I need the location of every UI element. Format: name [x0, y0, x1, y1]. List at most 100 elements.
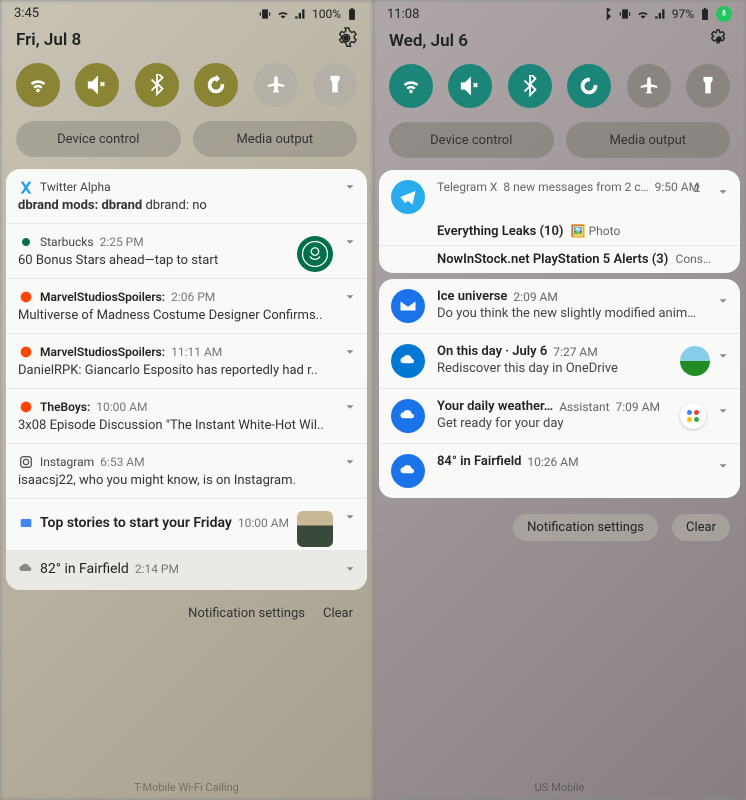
chevron-down-icon[interactable]: [343, 454, 357, 473]
chevron-down-icon[interactable]: [716, 293, 730, 312]
carrier-label: T-Mobile Wi-Fi Calling: [0, 781, 373, 794]
reddit-icon: [18, 399, 34, 415]
app-name: Your daily weather…: [437, 399, 553, 414]
notification-body: Do you think the new slightly modified a…: [437, 306, 728, 321]
media-output-button[interactable]: Media output: [566, 122, 731, 158]
google-assistant-icon: [680, 403, 706, 429]
battery-percent: 100%: [312, 7, 341, 21]
device-control-button[interactable]: Device control: [16, 121, 181, 157]
notification-item[interactable]: Instagram6:53 AM isaacsj22, who you migh…: [6, 444, 367, 499]
notification-item[interactable]: Ice universe2:09 AM Do you think the new…: [379, 279, 740, 334]
chevron-down-icon[interactable]: [716, 184, 730, 203]
chevron-down-icon[interactable]: [716, 458, 730, 477]
chevron-down-icon[interactable]: [343, 399, 357, 418]
qs-flashlight[interactable]: [686, 64, 730, 108]
rotate-icon: [578, 75, 600, 97]
starbucks-thumbnail: [297, 236, 333, 272]
notification-item[interactable]: Top stories to start your Friday10:00 AM: [6, 499, 367, 551]
photo-thumbnail: [680, 346, 710, 376]
date-label: Fri, Jul 8: [16, 30, 81, 50]
battery-icon: [698, 7, 712, 21]
signal-icon: [654, 7, 668, 21]
chevron-down-icon[interactable]: [343, 179, 357, 198]
time: 7:09 AM: [616, 400, 660, 414]
qs-wifi[interactable]: [389, 64, 433, 108]
notification-settings-button[interactable]: Notification settings: [513, 514, 658, 541]
app-name: MarvelStudiosSpoilers:: [40, 345, 165, 359]
notification-body: 3x08 Episode Discussion "The Instant Whi…: [18, 418, 355, 433]
notification-item[interactable]: Starbucks2:25 PM 60 Bonus Stars ahead—ta…: [6, 224, 367, 279]
chevron-down-icon[interactable]: [343, 509, 357, 528]
notification-item[interactable]: 84° in Fairfield10:26 AM: [379, 444, 740, 498]
notification-item[interactable]: MarvelStudiosSpoilers:11:11 AM DanielRPK…: [6, 334, 367, 389]
chevron-down-icon[interactable]: [343, 561, 357, 580]
wifi-icon: [636, 7, 650, 21]
app-name: TheBoys:: [40, 400, 90, 414]
bluetooth-icon: [146, 74, 168, 96]
chevron-down-icon[interactable]: [343, 344, 357, 363]
time: 10:26 AM: [527, 455, 578, 469]
status-icons: 100%: [258, 7, 359, 21]
clear-button[interactable]: Clear: [323, 606, 353, 621]
time: 7:27 AM: [553, 345, 597, 359]
time: 10:00 AM: [238, 516, 289, 530]
media-output-button[interactable]: Media output: [193, 121, 358, 157]
chevron-down-icon[interactable]: [716, 348, 730, 367]
clock: 11:08: [387, 7, 419, 22]
notification-item[interactable]: Twitter Alpha dbrand mods: dbrand dbrand…: [6, 169, 367, 224]
notification-settings-button[interactable]: Notification settings: [188, 606, 305, 621]
panel-content: 11:08 97% Wed, Jul 6 Device contr: [373, 0, 746, 800]
signal-icon: [294, 7, 308, 21]
time: 2:09 AM: [513, 290, 557, 304]
app-name: Twitter Alpha: [40, 180, 111, 194]
cloud-icon: [391, 454, 425, 488]
notification-sub-item[interactable]: Everything Leaks (10) 🖼️ Photo: [379, 218, 740, 246]
wifi-icon: [400, 75, 422, 97]
carrier-label: US Mobile: [373, 781, 746, 794]
qs-sound[interactable]: [75, 63, 119, 107]
date-label: Wed, Jul 6: [389, 31, 468, 51]
qs-bluetooth[interactable]: [508, 64, 552, 108]
notification-sub-item[interactable]: NowInStock.net PlayStation 5 Alerts (3) …: [379, 246, 740, 273]
mail-icon: [391, 289, 425, 323]
time: 2:25 PM: [100, 235, 144, 249]
notification-item[interactable]: 82° in Fairfield2:14 PM: [6, 551, 367, 590]
battery-percent: 97%: [672, 7, 694, 21]
qs-airplane[interactable]: [627, 64, 671, 108]
clear-button[interactable]: Clear: [672, 514, 730, 541]
vibrate-icon: [618, 7, 632, 21]
notification-item[interactable]: Your daily weather…Assistant7:09 AM Get …: [379, 389, 740, 444]
chevron-down-icon[interactable]: [343, 234, 357, 253]
notification-item[interactable]: On this day · July 67:27 AM Rediscover t…: [379, 334, 740, 389]
qs-rotate[interactable]: [194, 63, 238, 107]
notification-body: DanielRPK: Giancarlo Esposito has report…: [18, 363, 355, 378]
clock: 3:45: [14, 6, 39, 21]
notification-list: Telegram X8 new messages from 2 c…9:50 A…: [373, 170, 746, 498]
settings-button[interactable]: [335, 27, 357, 53]
wifi-icon: [276, 7, 290, 21]
qs-sound[interactable]: [448, 64, 492, 108]
chevron-down-icon[interactable]: [343, 289, 357, 308]
reddit-icon: [18, 344, 34, 360]
qs-flashlight[interactable]: [313, 63, 357, 107]
qs-airplane[interactable]: [254, 63, 298, 107]
notification-item[interactable]: Telegram X8 new messages from 2 c…9:50 A…: [379, 170, 740, 218]
button-row: Device control Media output: [373, 122, 746, 170]
notification-item[interactable]: MarvelStudiosSpoilers:2:06 PM Multiverse…: [6, 279, 367, 334]
chevron-down-icon[interactable]: [716, 403, 730, 422]
notification-group: Ice universe2:09 AM Do you think the new…: [379, 279, 740, 498]
bluetooth-icon: [600, 7, 614, 21]
instagram-icon: [18, 454, 34, 470]
qs-wifi[interactable]: [16, 63, 60, 107]
status-icons: 97%: [600, 6, 732, 22]
notification-item[interactable]: TheBoys:10:00 AM 3x08 Episode Discussion…: [6, 389, 367, 444]
settings-button[interactable]: [708, 28, 730, 54]
left-panel: 3:45 100% Fri, Jul 8 Device control Medi…: [0, 0, 373, 800]
summary: 8 new messages from 2 c…: [503, 180, 648, 194]
gear-icon: [708, 28, 730, 50]
app-name: Starbucks: [40, 235, 94, 249]
device-control-button[interactable]: Device control: [389, 122, 554, 158]
qs-rotate[interactable]: [567, 64, 611, 108]
qs-bluetooth[interactable]: [135, 63, 179, 107]
mute-icon: [459, 75, 481, 97]
